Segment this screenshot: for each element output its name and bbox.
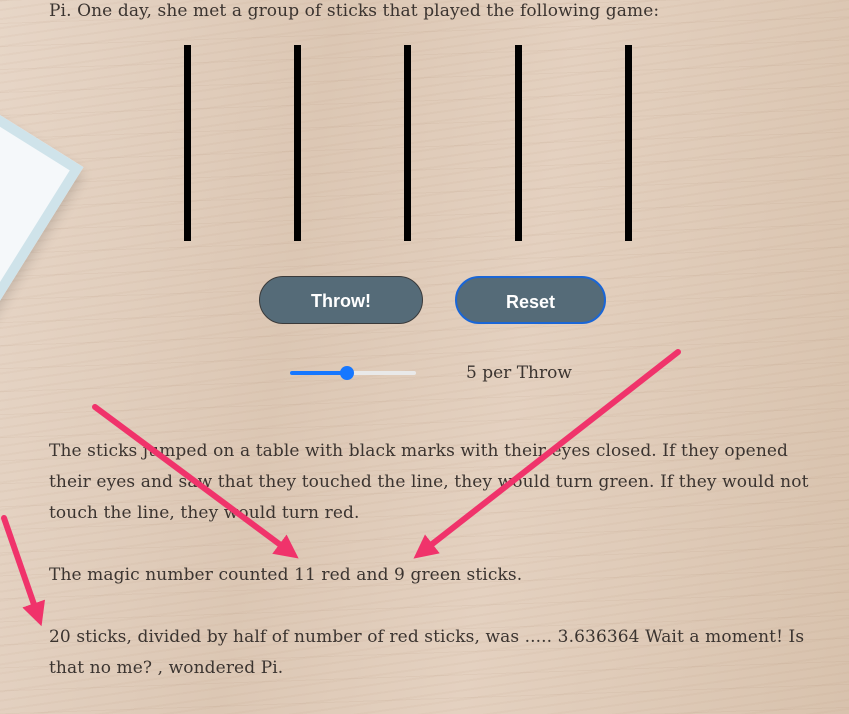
story-intro: Pi. One day, she met a group of sticks t… [49, 1, 660, 21]
reset-button[interactable]: Reset [455, 276, 606, 324]
pink-arrow-icon [1, 515, 46, 627]
slider-thumb[interactable] [339, 366, 354, 380]
table-line [294, 45, 301, 241]
story-paragraph-1: The sticks jumped on a table with black … [49, 441, 809, 523]
story-paragraph-2: The magic number counted 11 red and 9 gr… [49, 565, 523, 585]
slider-fill [290, 371, 347, 375]
table-line [184, 45, 191, 241]
table-line [515, 45, 522, 241]
story-paragraph-3: 20 sticks, divided by half of number of … [49, 627, 805, 678]
annotation-arrows [1, 349, 681, 627]
notebook-decoration [0, 40, 84, 490]
sticks-per-throw-slider[interactable] [290, 366, 416, 380]
throw-button[interactable]: Throw! [259, 276, 423, 324]
sticks-per-throw-label: 5 per Throw [466, 363, 572, 383]
table-line [625, 45, 632, 241]
table-line [404, 45, 411, 241]
